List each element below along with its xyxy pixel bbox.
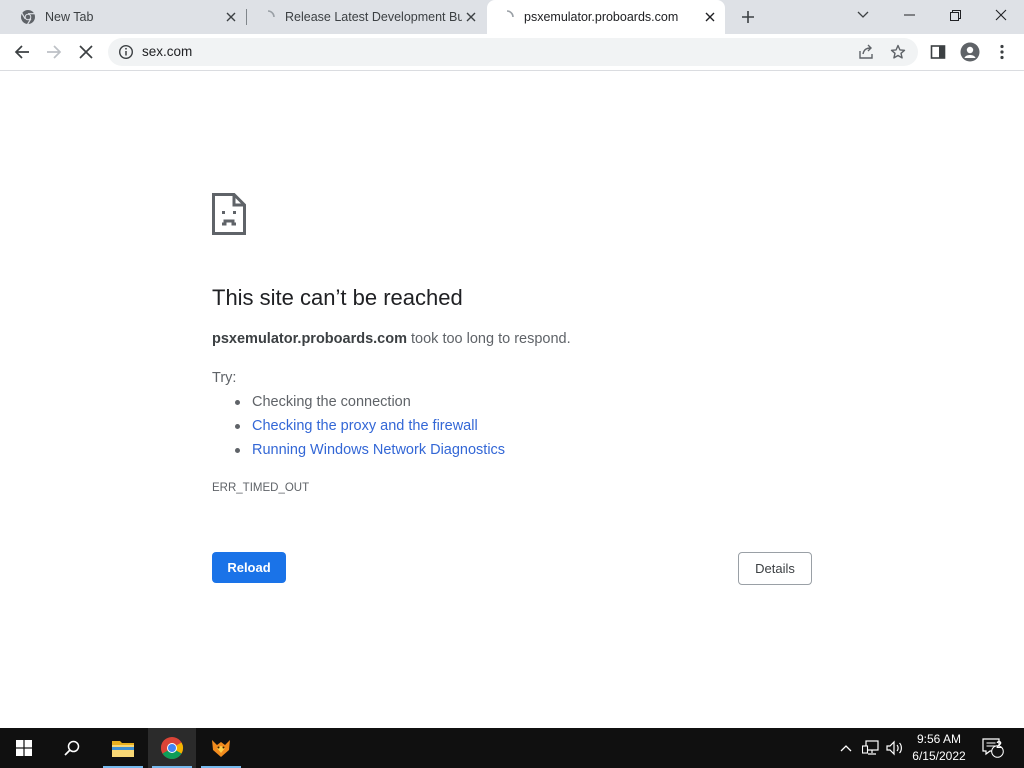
tab-strip: New Tab Release Latest Development Buil … [0,0,1024,34]
side-panel-button[interactable] [924,38,952,66]
star-icon[interactable] [888,42,908,62]
reload-button[interactable]: Reload [212,552,286,583]
forward-button[interactable] [40,38,68,66]
app-taskbar-button[interactable] [197,728,245,768]
plus-icon [742,11,754,23]
stop-icon [79,45,93,59]
url-text[interactable]: sex.com [142,44,192,59]
suggestion-list: Checking the connection Checking the pro… [212,393,505,465]
details-button[interactable]: Details [738,552,812,585]
close-window-button[interactable] [978,0,1024,30]
search-button[interactable] [48,728,96,768]
back-button[interactable] [8,38,36,66]
try-label: Try: [212,370,237,386]
search-icon [64,740,80,756]
minimize-icon [903,14,915,16]
tab-title: psxemulator.proboards.com [524,10,679,24]
windows-logo-icon [16,740,32,756]
fox-app-icon [212,740,230,757]
action-center-button[interactable]: 2 [980,728,1006,768]
windows-taskbar: 9:56 AM 6/15/2022 2 [0,728,1024,768]
folder-icon [112,741,134,757]
minimize-button[interactable] [886,0,932,30]
info-icon[interactable] [118,44,134,60]
tab-search-button[interactable] [840,0,886,30]
close-tab-icon[interactable] [222,8,240,26]
tab-separator [246,9,247,25]
share-icon[interactable] [856,42,876,62]
tab-psxemulator[interactable]: psxemulator.proboards.com [487,0,725,34]
error-page: This site can’t be reached psxemulator.p… [0,71,1024,728]
arrow-left-icon [14,45,29,59]
new-tab-button[interactable] [736,5,760,29]
arrow-right-icon [47,45,62,59]
browser-toolbar: sex.com [0,34,1024,71]
tab-title: Release Latest Development Buil [285,10,462,24]
stop-loading-button[interactable] [72,38,100,66]
close-tab-icon[interactable] [701,8,719,26]
side-panel-icon [930,45,946,59]
notification-count: 2 [996,740,1002,751]
tab-release-latest[interactable]: Release Latest Development Buil [248,0,486,34]
clock-time: 9:56 AM [916,732,962,746]
address-bar[interactable]: sex.com [108,38,918,66]
error-summary: psxemulator.proboards.com took too long … [212,331,571,347]
chrome-icon [20,9,36,25]
menu-button[interactable] [988,38,1016,66]
tab-title: New Tab [45,10,94,24]
suggestion-check-connection: Checking the connection [212,393,505,417]
tab-new-tab[interactable]: New Tab [8,0,246,34]
restore-icon [949,9,961,21]
chevron-up-icon [840,745,852,752]
error-code: ERR_TIMED_OUT [212,482,310,494]
avatar-icon [960,42,980,62]
file-explorer-button[interactable] [99,728,147,768]
error-heading: This site can’t be reached [212,285,463,310]
close-icon [995,9,1007,21]
error-summary-text: took too long to respond. [407,331,571,347]
show-hidden-icons-button[interactable] [836,728,856,768]
chrome-logo-icon [161,737,183,759]
close-tab-icon[interactable] [462,8,480,26]
chrome-taskbar-button[interactable] [148,728,196,768]
loading-spinner-icon [499,9,515,25]
restore-button[interactable] [932,0,978,30]
loading-spinner-icon [260,9,276,25]
suggestion-network-diagnostics-link[interactable]: Running Windows Network Diagnostics [212,441,505,465]
kebab-menu-icon [1000,44,1004,60]
start-button[interactable] [0,728,48,768]
profile-button[interactable] [956,38,984,66]
taskbar-clock[interactable]: 9:56 AM 6/15/2022 [904,731,974,765]
clock-date: 6/15/2022 [912,749,966,763]
chevron-down-icon [857,11,869,18]
network-icon[interactable] [860,728,882,768]
suggestion-check-proxy-link[interactable]: Checking the proxy and the firewall [212,417,505,441]
sad-page-icon [212,193,246,235]
error-host: psxemulator.proboards.com [212,331,407,347]
volume-icon[interactable] [884,728,906,768]
